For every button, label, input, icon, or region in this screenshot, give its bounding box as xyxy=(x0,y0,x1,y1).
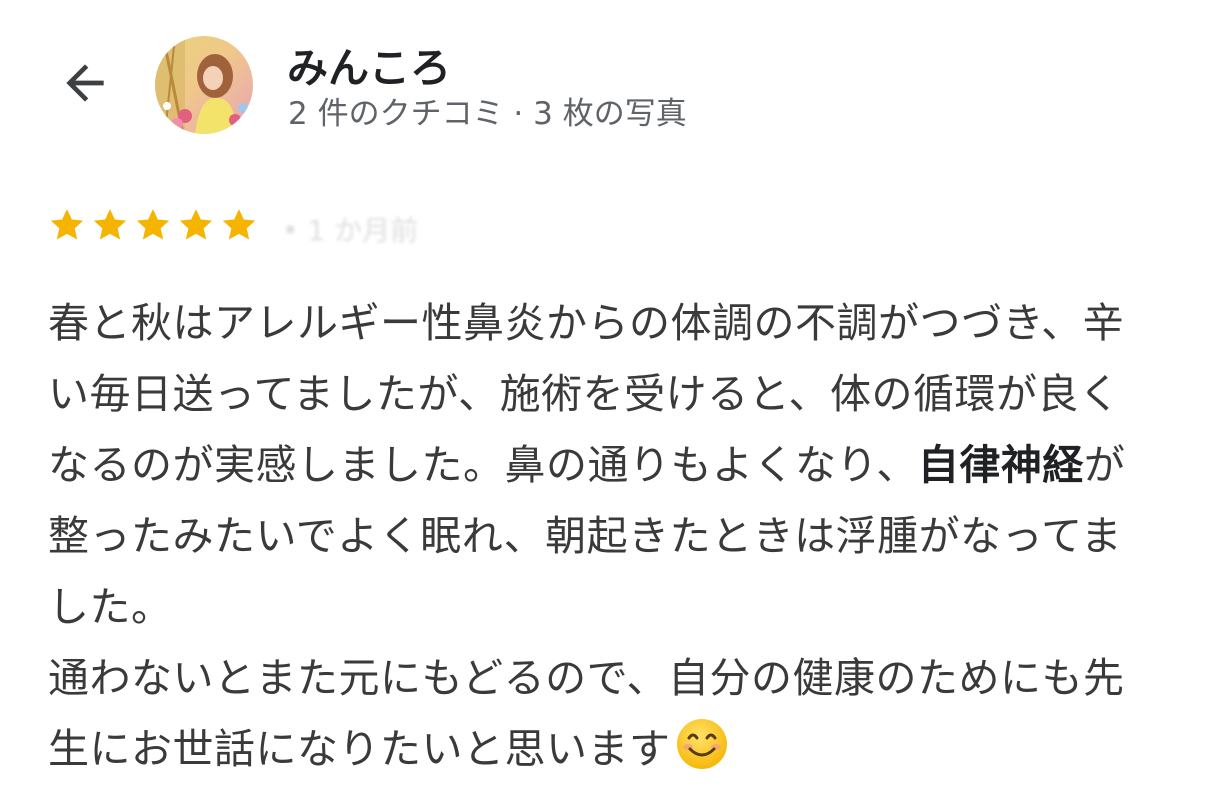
smiling-face-icon xyxy=(676,719,727,769)
arrow-left-icon xyxy=(66,64,104,102)
review-paragraph-2: 通わないとまた元にもどるので、自分の健康のためにも先生にお世話になりたいと思いま… xyxy=(48,643,1158,785)
review-date: • 1 か月前 xyxy=(282,214,419,247)
star-icon xyxy=(50,209,84,240)
star-icon xyxy=(222,209,256,240)
user-meta: 2 件のクチコミ · 3 枚の写真 xyxy=(288,96,687,132)
star-rating xyxy=(47,205,259,247)
star-icon xyxy=(179,209,213,240)
user-name[interactable]: みんころ xyxy=(287,34,451,94)
star-icon xyxy=(93,209,127,240)
review-page: みんころ 2 件のクチコミ · 3 枚の写真 • 1 か月前 春と秋はアレルギー… xyxy=(0,0,1206,798)
avatar-image xyxy=(155,36,253,134)
back-button[interactable] xyxy=(54,52,116,114)
avatar[interactable] xyxy=(155,36,253,134)
review-text-part-3: 通わないとまた元にもどるので、自分の健康のためにも先生にお世話になりたいと思いま… xyxy=(48,654,1125,773)
star-icon xyxy=(136,209,170,240)
review-paragraph-1: 春と秋はアレルギー性鼻炎からの体調の不調がつづき、辛い毎日送ってましたが、施術を… xyxy=(48,288,1158,643)
review-text: 春と秋はアレルギー性鼻炎からの体調の不調がつづき、辛い毎日送ってましたが、施術を… xyxy=(48,288,1158,785)
review-text-bold: 自律神経 xyxy=(917,441,1084,489)
